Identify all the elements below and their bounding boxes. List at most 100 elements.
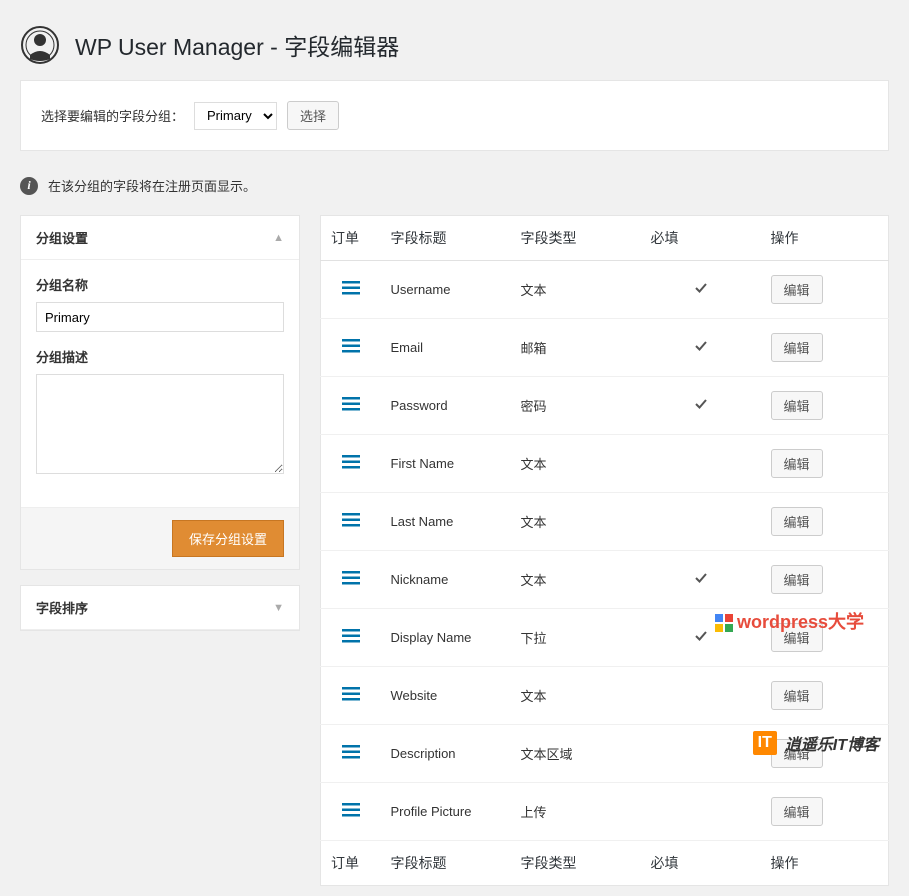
- check-icon: [694, 573, 708, 588]
- edit-button[interactable]: 编辑: [771, 681, 823, 710]
- field-type-cell: 下拉: [511, 609, 641, 667]
- field-type-cell: 文本: [511, 551, 641, 609]
- fields-table: 订单 字段标题 字段类型 必填 操作 Username文本编辑Email邮箱编辑…: [320, 215, 889, 886]
- field-order-title: 字段排序: [36, 598, 88, 617]
- drag-handle-icon[interactable]: [342, 397, 360, 414]
- drag-handle-icon[interactable]: [342, 629, 360, 646]
- tf-title: 字段标题: [381, 841, 511, 886]
- group-desc-textarea[interactable]: [36, 374, 284, 474]
- field-required-cell: [641, 783, 761, 841]
- check-icon: [694, 341, 708, 356]
- field-order-header[interactable]: 字段排序 ▼: [21, 586, 299, 630]
- field-type-cell: 文本: [511, 261, 641, 319]
- group-selector-box: 选择要编辑的字段分组： Primary 选择: [20, 80, 889, 151]
- group-name-input[interactable]: [36, 302, 284, 332]
- info-text: 在该分组的字段将在注册页面显示。: [48, 176, 256, 195]
- save-group-button[interactable]: 保存分组设置: [172, 520, 284, 557]
- expand-icon: ▼: [273, 602, 284, 614]
- field-type-cell: 密码: [511, 377, 641, 435]
- field-title-cell: Description: [381, 725, 511, 783]
- field-type-cell: 文本: [511, 493, 641, 551]
- info-notice: i 在该分组的字段将在注册页面显示。: [20, 166, 889, 215]
- watermark: wordpress大学: [715, 608, 864, 634]
- field-required-cell: [641, 493, 761, 551]
- tf-order: 订单: [321, 841, 381, 886]
- field-title-cell: Last Name: [381, 493, 511, 551]
- page-title: WP User Manager - 字段编辑器: [75, 28, 399, 62]
- th-title: 字段标题: [381, 216, 511, 261]
- edit-button[interactable]: 编辑: [771, 275, 823, 304]
- table-row: First Name文本 编辑: [321, 435, 889, 493]
- field-title-cell: Nickname: [381, 551, 511, 609]
- footer-logo-icon: IT: [753, 731, 777, 755]
- field-order-panel: 字段排序 ▼: [20, 585, 300, 631]
- group-settings-header[interactable]: 分组设置 ▲: [21, 216, 299, 260]
- field-required-cell: [641, 725, 761, 783]
- page-header: WP User Manager - 字段编辑器: [20, 10, 889, 80]
- field-title-cell: Email: [381, 319, 511, 377]
- footer-logo-text: 逍遥乐IT博客: [785, 731, 879, 755]
- check-icon: [694, 631, 708, 646]
- field-title-cell: Website: [381, 667, 511, 725]
- group-selector-label: 选择要编辑的字段分组：: [41, 106, 184, 125]
- collapse-icon: ▲: [273, 232, 284, 244]
- footer-logo: IT 逍遥乐IT博客: [753, 731, 879, 755]
- select-group-button[interactable]: 选择: [287, 101, 339, 130]
- table-row: Website文本 编辑: [321, 667, 889, 725]
- drag-handle-icon[interactable]: [342, 455, 360, 472]
- table-row: Password密码 编辑: [321, 377, 889, 435]
- tf-action: 操作: [761, 841, 889, 886]
- drag-handle-icon[interactable]: [342, 687, 360, 704]
- th-type: 字段类型: [511, 216, 641, 261]
- field-required-cell: [641, 261, 761, 319]
- info-icon: i: [20, 177, 38, 195]
- field-required-cell: [641, 377, 761, 435]
- drag-handle-icon[interactable]: [342, 745, 360, 762]
- table-header-row: 订单 字段标题 字段类型 必填 操作: [321, 216, 889, 261]
- edit-button[interactable]: 编辑: [771, 797, 823, 826]
- edit-button[interactable]: 编辑: [771, 333, 823, 362]
- th-order: 订单: [321, 216, 381, 261]
- th-action: 操作: [761, 216, 889, 261]
- check-icon: [694, 283, 708, 298]
- field-title-cell: Password: [381, 377, 511, 435]
- edit-button[interactable]: 编辑: [771, 391, 823, 420]
- group-name-label: 分组名称: [36, 275, 284, 294]
- group-settings-panel: 分组设置 ▲ 分组名称 分组描述 保存分组设置: [20, 215, 300, 570]
- wpum-logo-icon: [20, 25, 60, 65]
- edit-button[interactable]: 编辑: [771, 565, 823, 594]
- table-row: Email邮箱 编辑: [321, 319, 889, 377]
- table-footer-row: 订单 字段标题 字段类型 必填 操作: [321, 841, 889, 886]
- table-row: Nickname文本 编辑: [321, 551, 889, 609]
- field-title-cell: Display Name: [381, 609, 511, 667]
- field-type-cell: 文本区域: [511, 725, 641, 783]
- edit-button[interactable]: 编辑: [771, 449, 823, 478]
- edit-button[interactable]: 编辑: [771, 507, 823, 536]
- field-title-cell: Username: [381, 261, 511, 319]
- field-required-cell: [641, 667, 761, 725]
- group-settings-title: 分组设置: [36, 228, 88, 247]
- field-required-cell: [641, 551, 761, 609]
- watermark-icon: [715, 614, 733, 632]
- th-required: 必填: [641, 216, 761, 261]
- group-select[interactable]: Primary: [194, 102, 277, 130]
- drag-handle-icon[interactable]: [342, 571, 360, 588]
- field-type-cell: 文本: [511, 435, 641, 493]
- drag-handle-icon[interactable]: [342, 281, 360, 298]
- tf-required: 必填: [641, 841, 761, 886]
- field-title-cell: First Name: [381, 435, 511, 493]
- table-row: Username文本 编辑: [321, 261, 889, 319]
- field-type-cell: 邮箱: [511, 319, 641, 377]
- drag-handle-icon[interactable]: [342, 513, 360, 530]
- field-type-cell: 文本: [511, 667, 641, 725]
- drag-handle-icon[interactable]: [342, 339, 360, 356]
- drag-handle-icon[interactable]: [342, 803, 360, 820]
- check-icon: [694, 399, 708, 414]
- field-required-cell: [641, 435, 761, 493]
- field-title-cell: Profile Picture: [381, 783, 511, 841]
- field-required-cell: [641, 319, 761, 377]
- table-row: Profile Picture上传 编辑: [321, 783, 889, 841]
- group-desc-label: 分组描述: [36, 347, 284, 366]
- field-type-cell: 上传: [511, 783, 641, 841]
- tf-type: 字段类型: [511, 841, 641, 886]
